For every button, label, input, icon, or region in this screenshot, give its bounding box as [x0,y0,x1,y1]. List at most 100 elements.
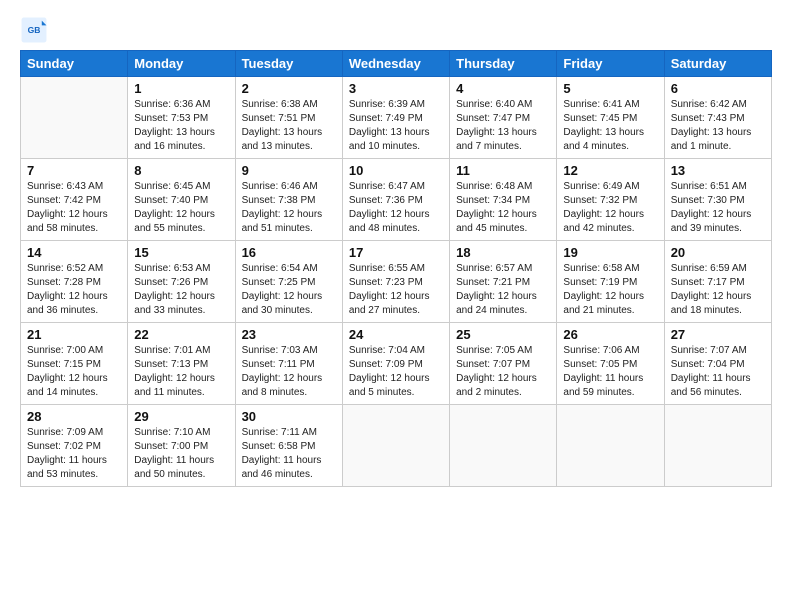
calendar-cell: 30 Sunrise: 7:11 AMSunset: 6:58 PMDayligh… [235,405,342,487]
calendar-cell: 12 Sunrise: 6:49 AMSunset: 7:32 PMDayligh… [557,159,664,241]
day-info: Sunrise: 6:53 AMSunset: 7:26 PMDaylight:… [134,262,228,318]
week-row-1: 1Sunrise: 6:36 AMSunset: 7:53 PMDaylight… [21,77,772,159]
day-info: Sunrise: 6:54 AMSunset: 7:25 PMDaylight:… [242,262,336,318]
calendar-cell: 1Sunrise: 6:36 AMSunset: 7:53 PMDaylight… [128,77,235,159]
day-info: Sunrise: 6:41 AMSunset: 7:45 PMDaylight:… [563,98,657,154]
day-number: 15 [134,245,228,260]
day-header-saturday: Saturday [664,51,771,77]
day-number: 21 [27,327,121,342]
calendar-cell: 7Sunrise: 6:43 AMSunset: 7:42 PMDaylight… [21,159,128,241]
days-header-row: SundayMondayTuesdayWednesdayThursdayFrid… [21,51,772,77]
day-info: Sunrise: 6:57 AMSunset: 7:21 PMDaylight:… [456,262,550,318]
calendar: SundayMondayTuesdayWednesdayThursdayFrid… [20,50,772,487]
day-info: Sunrise: 6:39 AMSunset: 7:49 PMDaylight:… [349,98,443,154]
day-number: 18 [456,245,550,260]
day-info: Sunrise: 7:09 AMSunset: 7:02 PMDaylight:… [27,426,121,482]
calendar-cell [450,405,557,487]
day-number: 5 [563,81,657,96]
day-info: Sunrise: 6:38 AMSunset: 7:51 PMDaylight:… [242,98,336,154]
calendar-cell: 29Sunrise: 7:10 AMSunset: 7:00 PMDayligh… [128,405,235,487]
day-number: 14 [27,245,121,260]
calendar-cell: 26 Sunrise: 7:06 AMSunset: 7:05 PMDayligh… [557,323,664,405]
calendar-cell [342,405,449,487]
day-number: 22 [134,327,228,342]
calendar-cell: 13Sunrise: 6:51 AMSunset: 7:30 PMDayligh… [664,159,771,241]
day-info: Sunrise: 7:06 AMSunset: 7:05 PMDaylight:… [563,344,657,400]
day-info: Sunrise: 6:43 AMSunset: 7:42 PMDaylight:… [27,180,121,236]
day-info: Sunrise: 6:51 AMSunset: 7:30 PMDaylight:… [671,180,765,236]
calendar-cell: 20 Sunrise: 6:59 AMSunset: 7:17 PMDayligh… [664,241,771,323]
day-number: 6 [671,81,765,96]
calendar-cell: 8 Sunrise: 6:45 AMSunset: 7:40 PMDaylight… [128,159,235,241]
day-info: Sunrise: 6:48 AMSunset: 7:34 PMDaylight:… [456,180,550,236]
day-info: Sunrise: 6:55 AMSunset: 7:23 PMDaylight:… [349,262,443,318]
calendar-cell: 15 Sunrise: 6:53 AMSunset: 7:26 PMDayligh… [128,241,235,323]
day-info: Sunrise: 6:42 AMSunset: 7:43 PMDaylight:… [671,98,765,154]
day-info: Sunrise: 7:07 AMSunset: 7:04 PMDaylight:… [671,344,765,400]
day-number: 9 [242,163,336,178]
week-row-3: 14 Sunrise: 6:52 AMSunset: 7:28 PMDayligh… [21,241,772,323]
day-info: Sunrise: 7:03 AMSunset: 7:11 PMDaylight:… [242,344,336,400]
day-header-friday: Friday [557,51,664,77]
calendar-cell [557,405,664,487]
calendar-cell: 24 Sunrise: 7:04 AMSunset: 7:09 PMDayligh… [342,323,449,405]
day-header-thursday: Thursday [450,51,557,77]
calendar-cell: 9Sunrise: 6:46 AMSunset: 7:38 PMDaylight… [235,159,342,241]
day-info: Sunrise: 7:04 AMSunset: 7:09 PMDaylight:… [349,344,443,400]
calendar-cell: 18 Sunrise: 6:57 AMSunset: 7:21 PMDayligh… [450,241,557,323]
calendar-cell: 6 Sunrise: 6:42 AMSunset: 7:43 PMDaylight… [664,77,771,159]
day-number: 19 [563,245,657,260]
day-info: Sunrise: 6:52 AMSunset: 7:28 PMDaylight:… [27,262,121,318]
day-header-wednesday: Wednesday [342,51,449,77]
day-info: Sunrise: 6:47 AMSunset: 7:36 PMDaylight:… [349,180,443,236]
calendar-cell: 27 Sunrise: 7:07 AMSunset: 7:04 PMDayligh… [664,323,771,405]
day-header-sunday: Sunday [21,51,128,77]
day-number: 20 [671,245,765,260]
logo-icon: GB [20,16,48,44]
logo: GB [20,16,52,44]
day-number: 28 [27,409,121,424]
day-info: Sunrise: 7:05 AMSunset: 7:07 PMDaylight:… [456,344,550,400]
calendar-cell: 14 Sunrise: 6:52 AMSunset: 7:28 PMDayligh… [21,241,128,323]
day-header-tuesday: Tuesday [235,51,342,77]
day-info: Sunrise: 7:01 AMSunset: 7:13 PMDaylight:… [134,344,228,400]
day-info: Sunrise: 6:36 AMSunset: 7:53 PMDaylight:… [134,98,228,154]
day-number: 8 [134,163,228,178]
header: GB [20,16,772,44]
week-row-4: 21Sunrise: 7:00 AMSunset: 7:15 PMDayligh… [21,323,772,405]
svg-text:GB: GB [28,25,41,35]
day-number: 24 [349,327,443,342]
calendar-cell [664,405,771,487]
day-number: 30 [242,409,336,424]
day-number: 16 [242,245,336,260]
day-number: 25 [456,327,550,342]
calendar-cell: 17Sunrise: 6:55 AMSunset: 7:23 PMDayligh… [342,241,449,323]
day-info: Sunrise: 6:59 AMSunset: 7:17 PMDaylight:… [671,262,765,318]
calendar-body: 1Sunrise: 6:36 AMSunset: 7:53 PMDaylight… [21,77,772,487]
calendar-cell: 4 Sunrise: 6:40 AMSunset: 7:47 PMDaylight… [450,77,557,159]
day-number: 26 [563,327,657,342]
calendar-cell: 10 Sunrise: 6:47 AMSunset: 7:36 PMDayligh… [342,159,449,241]
day-number: 29 [134,409,228,424]
calendar-cell: 21Sunrise: 7:00 AMSunset: 7:15 PMDayligh… [21,323,128,405]
calendar-cell [21,77,128,159]
calendar-cell: 16 Sunrise: 6:54 AMSunset: 7:25 PMDayligh… [235,241,342,323]
day-number: 10 [349,163,443,178]
day-info: Sunrise: 6:45 AMSunset: 7:40 PMDaylight:… [134,180,228,236]
calendar-cell: 22 Sunrise: 7:01 AMSunset: 7:13 PMDayligh… [128,323,235,405]
day-number: 4 [456,81,550,96]
day-number: 12 [563,163,657,178]
week-row-5: 28 Sunrise: 7:09 AMSunset: 7:02 PMDayligh… [21,405,772,487]
day-number: 11 [456,163,550,178]
day-number: 27 [671,327,765,342]
day-info: Sunrise: 6:49 AMSunset: 7:32 PMDaylight:… [563,180,657,236]
calendar-cell: 5 Sunrise: 6:41 AMSunset: 7:45 PMDaylight… [557,77,664,159]
day-number: 2 [242,81,336,96]
calendar-cell: 3 Sunrise: 6:39 AMSunset: 7:49 PMDaylight… [342,77,449,159]
calendar-cell: 25 Sunrise: 7:05 AMSunset: 7:07 PMDayligh… [450,323,557,405]
day-info: Sunrise: 6:40 AMSunset: 7:47 PMDaylight:… [456,98,550,154]
day-number: 3 [349,81,443,96]
day-info: Sunrise: 6:58 AMSunset: 7:19 PMDaylight:… [563,262,657,318]
day-header-monday: Monday [128,51,235,77]
day-info: Sunrise: 7:11 AMSunset: 6:58 PMDaylight:… [242,426,336,482]
